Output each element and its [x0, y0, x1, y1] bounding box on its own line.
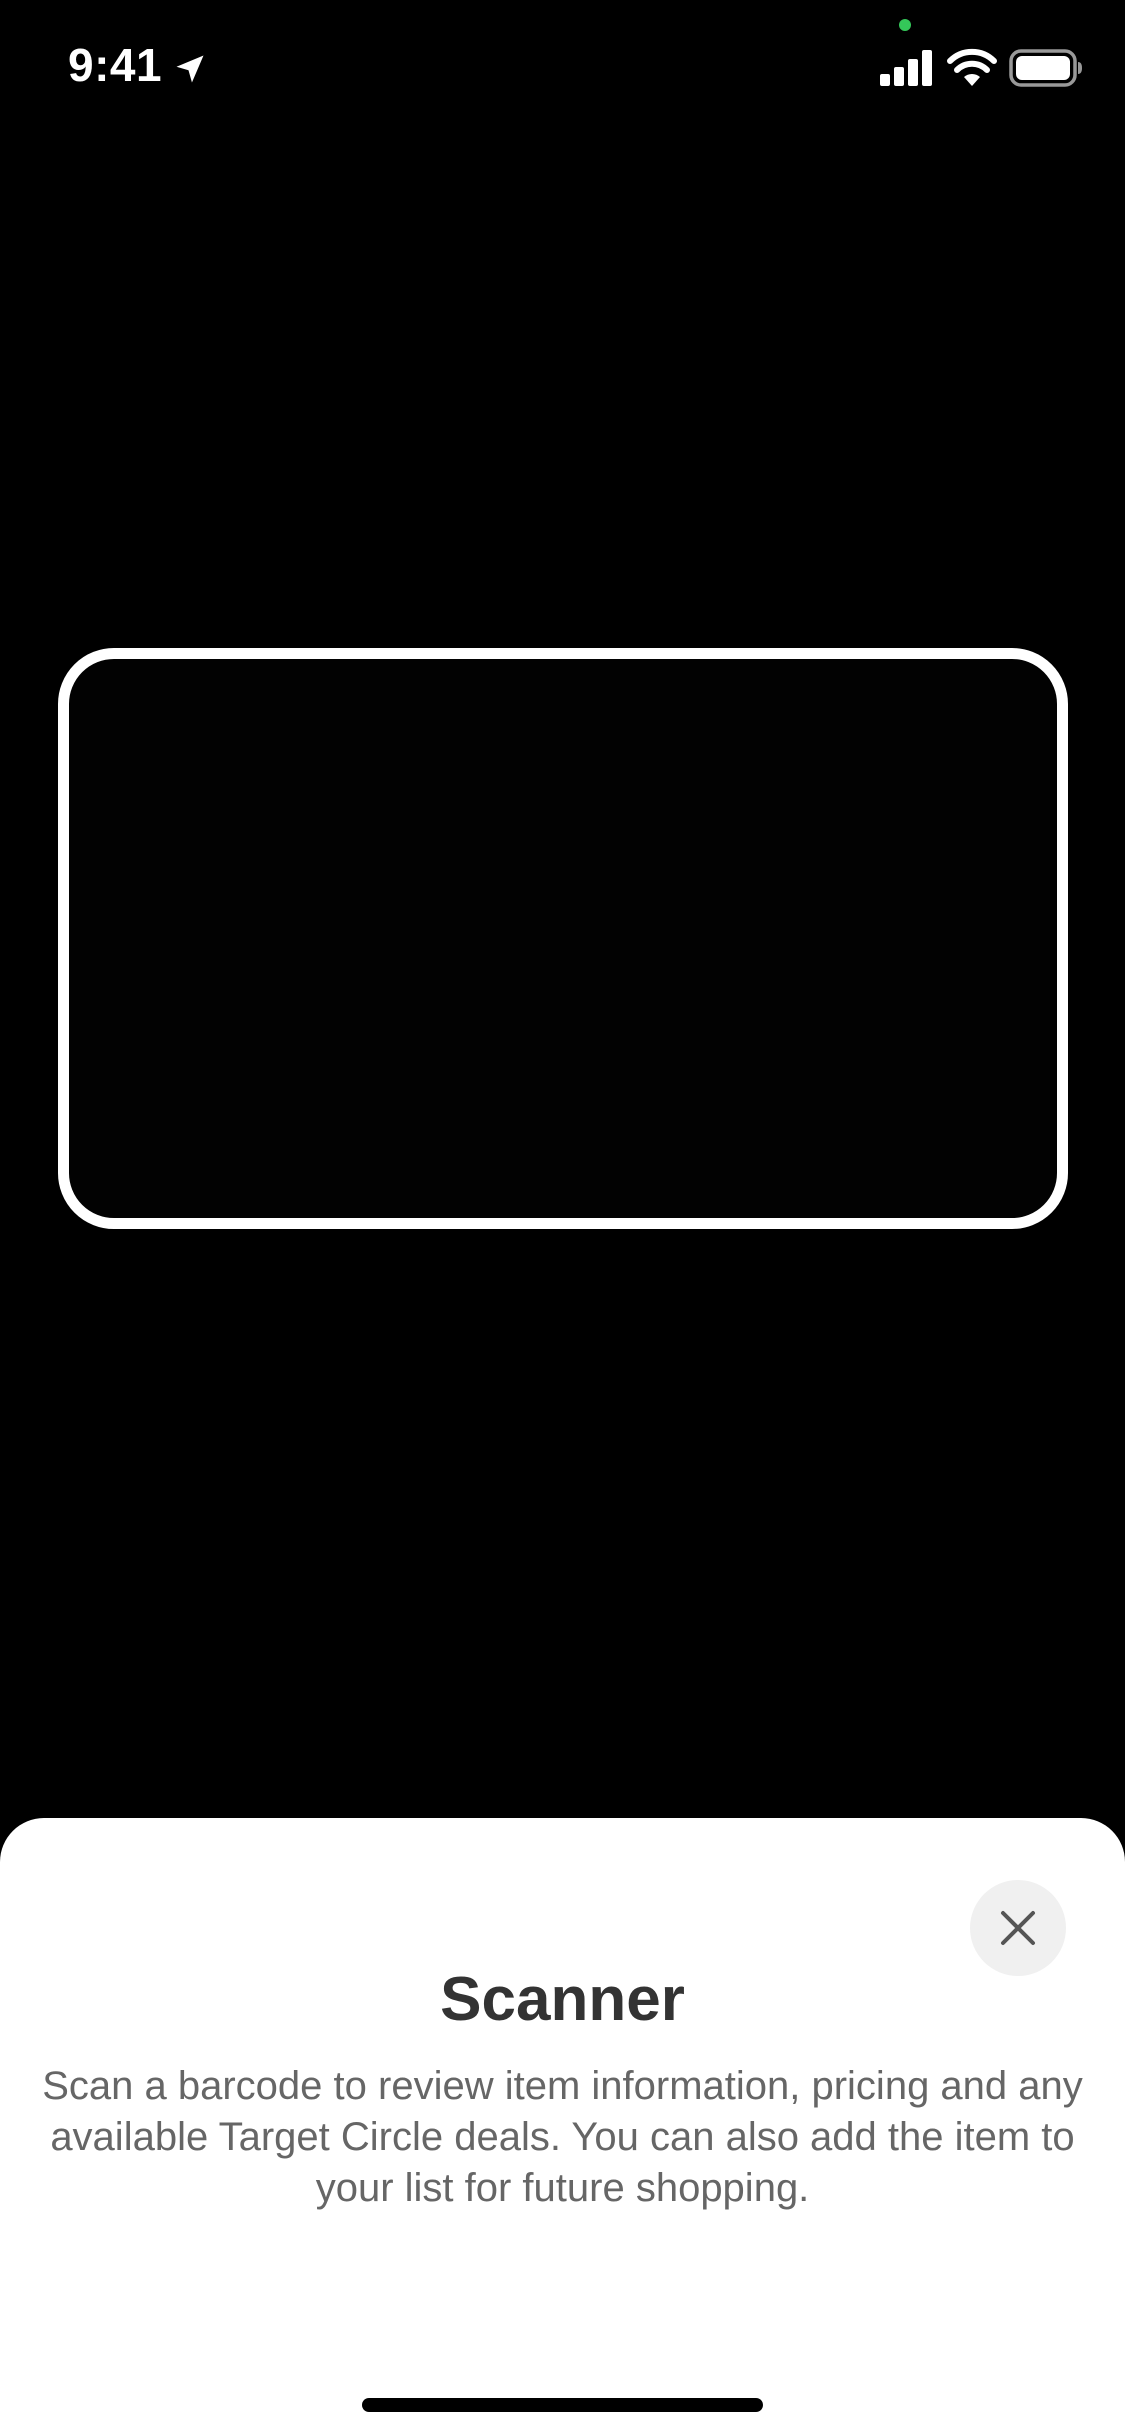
close-icon [1001, 1911, 1035, 1945]
status-bar: 9:41 [0, 0, 1125, 140]
privacy-indicator-dot [899, 19, 911, 31]
home-indicator[interactable] [362, 2398, 763, 2412]
signal-icon [880, 50, 932, 86]
status-time: 9:41 [68, 39, 163, 91]
sheet-description: Scan a barcode to review item informatio… [42, 2064, 1083, 2210]
barcode-scan-frame [58, 648, 1068, 1229]
sheet-title: Scanner [440, 1965, 685, 2034]
close-button[interactable] [970, 1880, 1066, 1976]
wifi-icon [947, 48, 997, 86]
battery-icon [1009, 49, 1082, 87]
location-arrow-icon [176, 55, 204, 83]
